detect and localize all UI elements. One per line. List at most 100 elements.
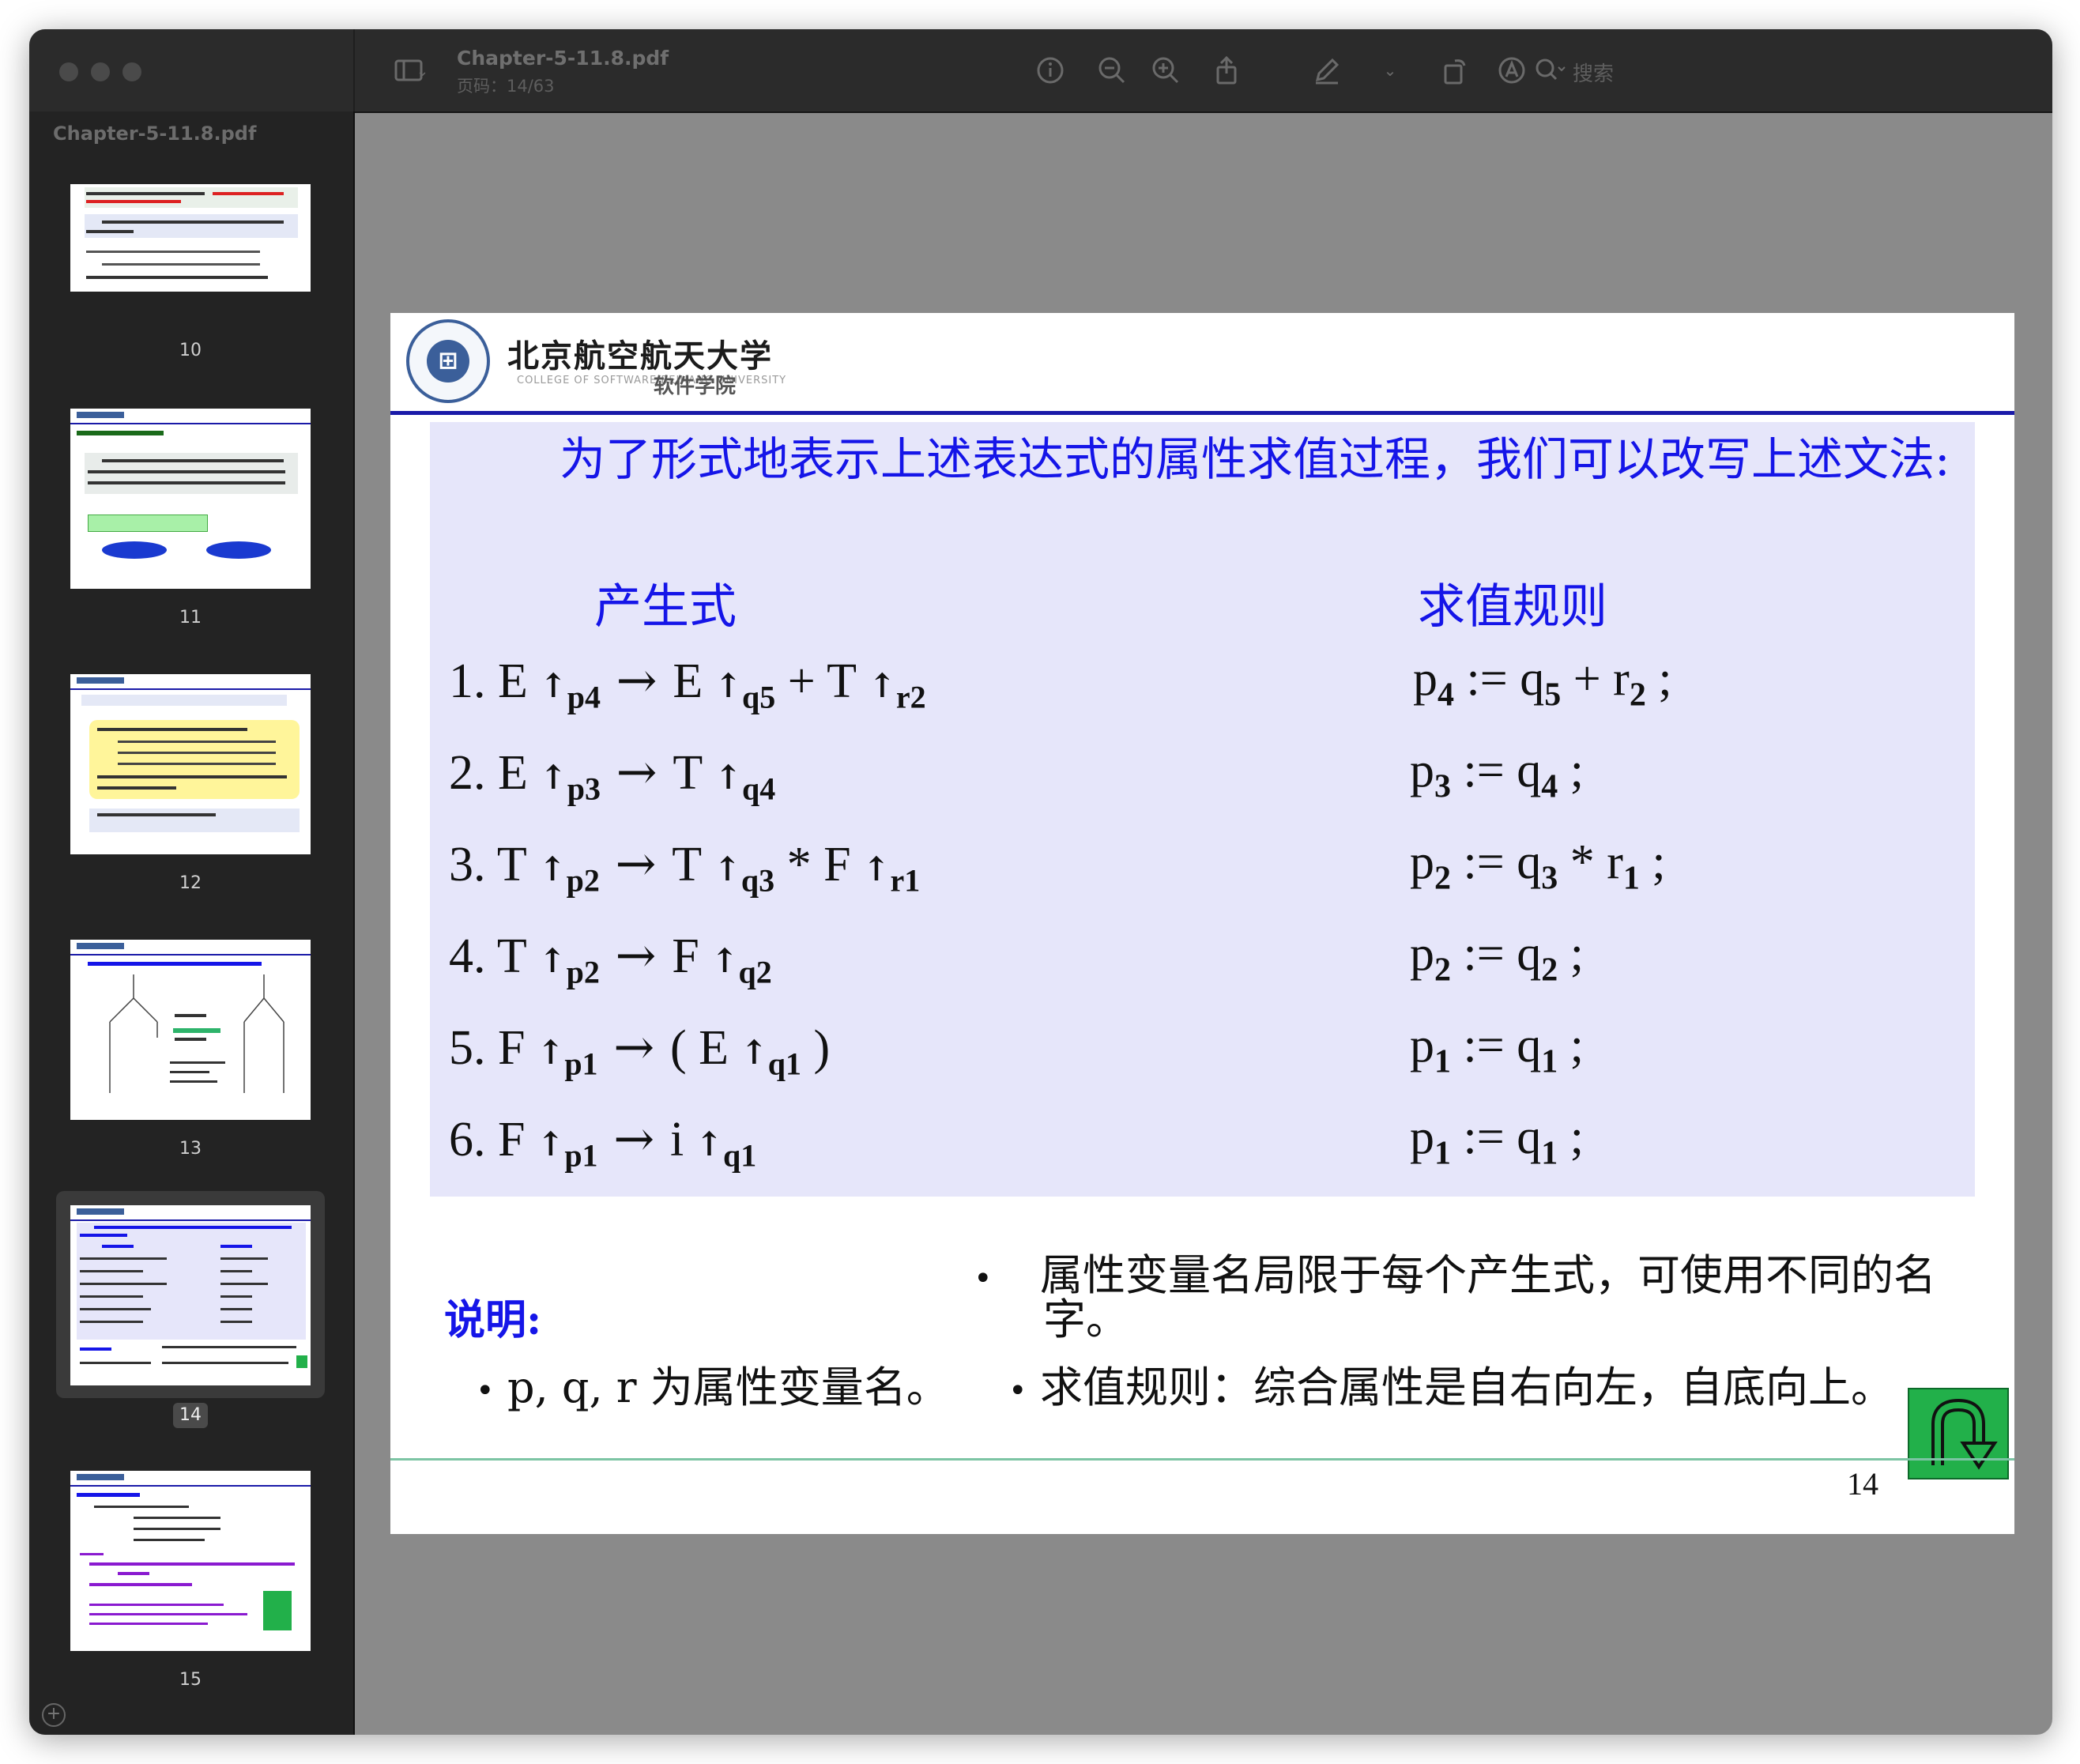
up-arrow-icon: ↑ — [850, 850, 891, 888]
assign-operator: := — [1451, 1019, 1517, 1072]
attribute-subscript: q3 — [740, 862, 775, 899]
share-icon[interactable] — [1211, 55, 1242, 86]
production-number: 5. — [449, 1021, 498, 1075]
production-number: 3. — [449, 838, 497, 891]
bullet-variables: • p, q, r 为属性变量名。 — [476, 1366, 949, 1412]
rotate-icon[interactable] — [1439, 55, 1471, 86]
up-arrow-icon: ↑ — [728, 1033, 768, 1072]
grammar-symbol: T — [496, 838, 527, 891]
markup-pen-icon[interactable] — [1311, 55, 1343, 86]
info-icon[interactable] — [1034, 55, 1066, 86]
thumbnail-label: 11 — [179, 608, 202, 628]
annotate-icon[interactable] — [1496, 55, 1528, 86]
document-title: Chapter-5-11.8.pdf — [457, 47, 669, 70]
up-arrow-icon: ↑ — [699, 941, 739, 980]
rule-subscript: 1 — [1622, 860, 1640, 897]
bullet-dot: • — [476, 1373, 495, 1409]
grammar-symbol: + — [787, 654, 816, 708]
up-arrow-icon: ↑ — [684, 1125, 723, 1163]
rule-subscript: 5 — [1544, 677, 1562, 714]
chevron-down-icon[interactable]: ⌄ — [1382, 55, 1398, 86]
close-window-button[interactable] — [59, 62, 78, 81]
search-icon[interactable] — [1532, 55, 1569, 86]
right-arrow-icon: → — [597, 1018, 670, 1076]
toolbar-divider — [353, 29, 355, 111]
thumbnail-label: 12 — [179, 873, 202, 893]
production-number: 4. — [449, 929, 497, 983]
rule-row: p1 := q1 ; — [1410, 1110, 1584, 1172]
production-row: 4. T ↑p2 → F ↑q2 — [449, 926, 772, 990]
bullet-scope: • 属性变量名局限于每个产生式，可使用不同的名字。 — [974, 1254, 1968, 1341]
attribute-subscript: p2 — [566, 954, 600, 990]
minimize-window-button[interactable] — [91, 62, 110, 81]
logo-emblem-icon: ⊞ — [427, 340, 469, 383]
grammar-symbol: ) — [813, 1021, 831, 1075]
return-button[interactable] — [1908, 1388, 2009, 1479]
college-subtitle: COLLEGE OF SOFTWARE BEIHANG UNIVERSITY — [517, 375, 787, 386]
page-thumbnail-14[interactable] — [70, 1205, 311, 1385]
production-row: 6. F ↑p1 → i ↑q1 — [449, 1110, 756, 1174]
up-arrow-icon: ↑ — [527, 758, 567, 797]
page-number: 14 — [1847, 1466, 1878, 1502]
page-thumbnail-15[interactable] — [70, 1471, 311, 1651]
grammar-symbol: ( — [669, 1021, 687, 1075]
preview-window: ⌄ Chapter-5-11.8.pdf 页码：14/63 ⌄ 搜索 Chapt… — [29, 29, 2052, 1735]
grammar-symbol: T — [827, 654, 857, 708]
note-label: 说明: — [444, 1296, 542, 1344]
bullet-rule: • 求值规则：综合属性是自右向左，自底向上。 — [1008, 1366, 1893, 1412]
grammar-symbol: * — [786, 838, 812, 891]
page-thumbnail-12[interactable] — [70, 674, 311, 854]
attribute-subscript: p2 — [566, 862, 600, 899]
rule-target: p — [1413, 652, 1438, 706]
rule-target: p — [1410, 927, 1434, 981]
search-input[interactable]: 搜索 — [1573, 58, 1614, 87]
page-thumbnail-13[interactable] — [70, 940, 311, 1120]
rule-subscript: 2 — [1434, 860, 1451, 897]
bullet-text: p, q, r 为属性变量名。 — [507, 1363, 949, 1412]
assign-operator: := — [1454, 652, 1520, 706]
rule-target: p — [1410, 1110, 1434, 1164]
right-arrow-icon: → — [599, 926, 673, 984]
thumbnail-sidebar: Chapter-5-11.8.pdf 10 11 12 13 14 15 + — [29, 111, 355, 1735]
zoom-out-icon[interactable] — [1096, 55, 1128, 86]
rule-row: p1 := q1 ; — [1410, 1018, 1584, 1080]
grammar-symbol: i — [669, 1113, 684, 1167]
zoom-window-button[interactable] — [122, 62, 141, 81]
rule-subscript: 3 — [1541, 860, 1558, 897]
zoom-in-icon[interactable] — [1150, 55, 1181, 86]
attribute-subscript: p3 — [567, 771, 601, 807]
rule-terminator: ; — [1558, 744, 1584, 797]
sidebar-toggle-icon[interactable]: ⌄ — [382, 55, 437, 86]
header-divider — [390, 411, 2014, 415]
grammar-symbol: E — [498, 746, 528, 800]
university-logo: ⊞ — [406, 319, 490, 403]
up-arrow-icon: ↑ — [703, 666, 743, 705]
rules-heading: 求值规则 — [1418, 579, 1607, 635]
grammar-symbol: F — [823, 838, 851, 891]
productions-heading: 产生式 — [594, 579, 737, 635]
thumbnail-label: 14 — [173, 1403, 208, 1428]
page-thumbnail-11[interactable] — [70, 409, 311, 589]
rule-terminator: ; — [1639, 835, 1666, 889]
grammar-symbol: T — [672, 838, 703, 891]
grammar-symbol: F — [672, 929, 699, 983]
up-arrow-icon: ↑ — [702, 850, 741, 888]
page-thumbnail-10[interactable] — [70, 184, 311, 292]
add-page-icon[interactable]: + — [42, 1703, 66, 1727]
production-row: 3. T ↑p2 → T ↑q3 * F ↑r1 — [449, 835, 920, 899]
thumbnail-label: 10 — [179, 341, 202, 360]
rule-operand: q — [1517, 927, 1542, 981]
grammar-symbol: E — [498, 654, 528, 708]
rule-target: p — [1410, 1019, 1434, 1072]
grammar-symbol: E — [699, 1021, 729, 1075]
rule-operand: q — [1517, 744, 1542, 797]
production-number: 2. — [449, 746, 498, 800]
rule-subscript: 1 — [1541, 1043, 1558, 1080]
attribute-subscript: q2 — [738, 954, 772, 990]
attribute-subscript: r2 — [895, 679, 926, 715]
rule-terminator: ; — [1558, 1110, 1584, 1164]
production-row: 1. E ↑p4 → E ↑q5 + T ↑r2 — [449, 651, 926, 715]
